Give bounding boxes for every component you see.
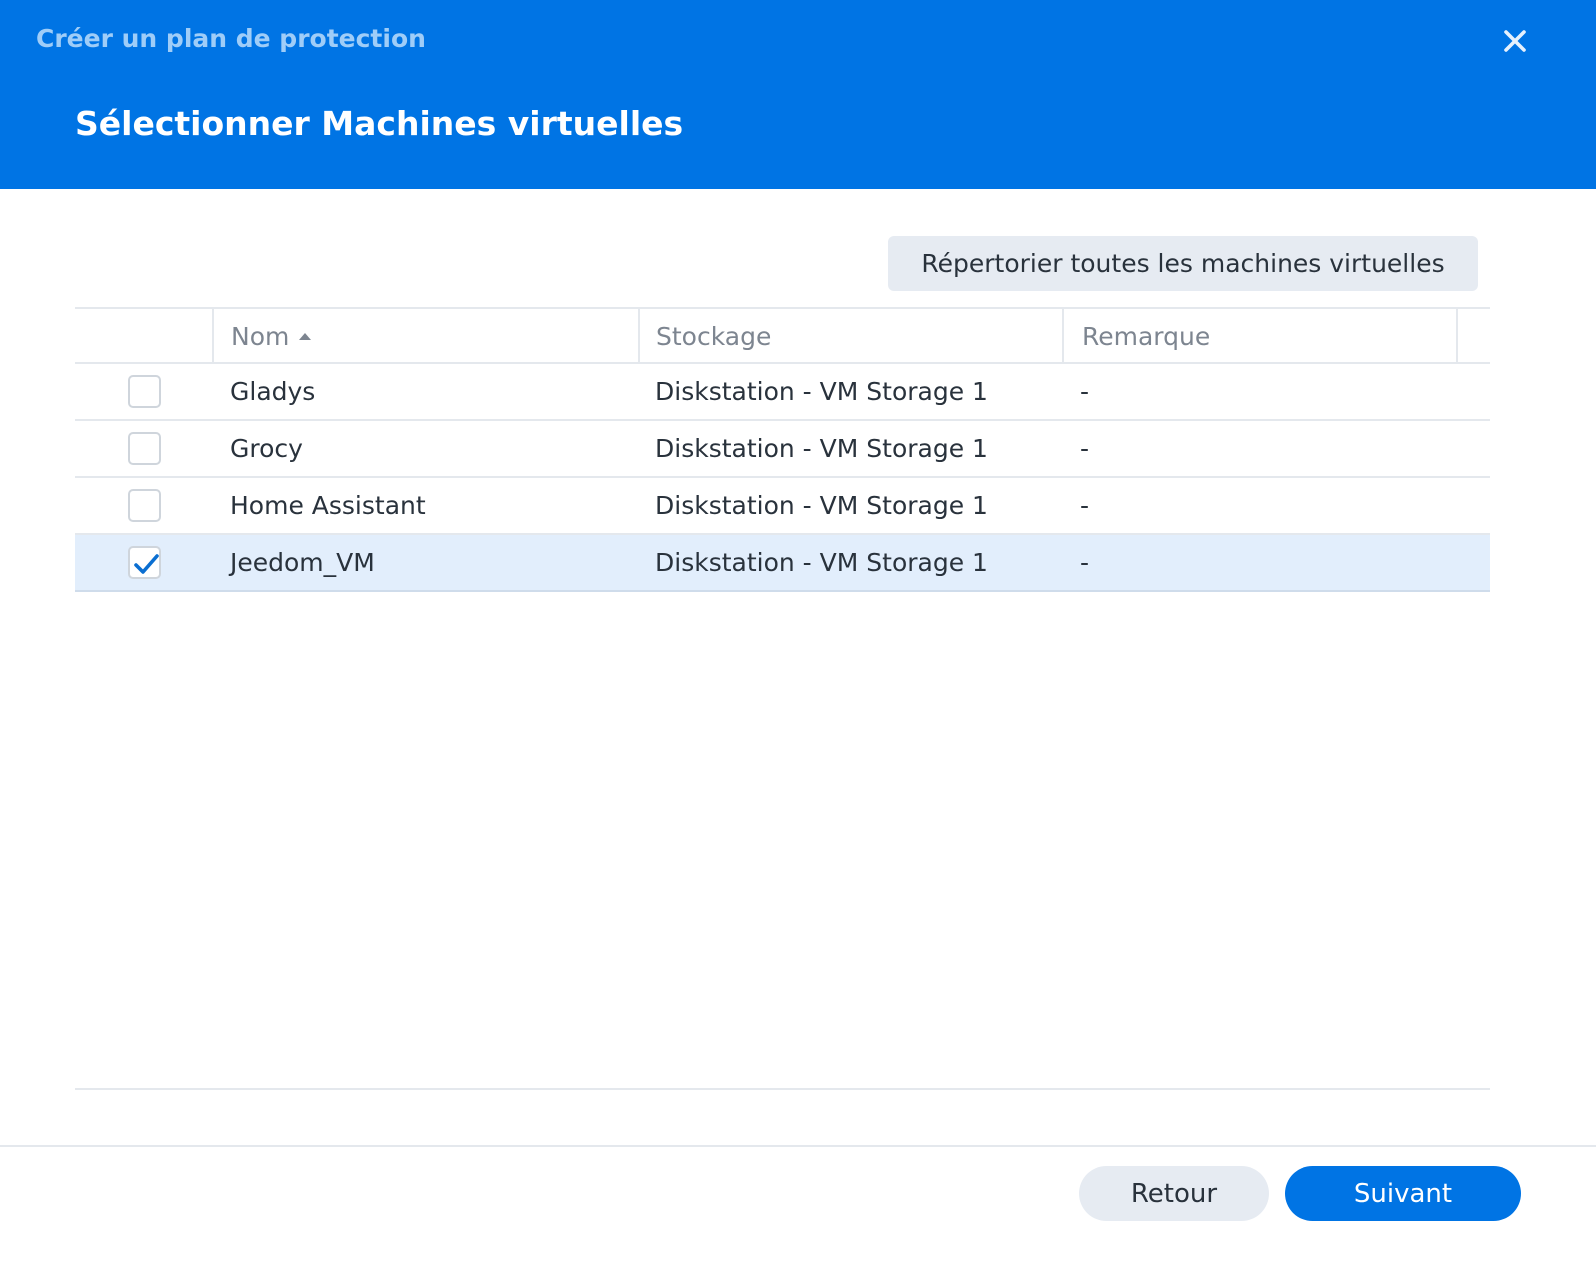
row-checkbox[interactable] <box>128 375 161 408</box>
table-row[interactable]: Jeedom_VM Diskstation - VM Storage 1 - <box>75 535 1490 592</box>
cell-remark: - <box>1080 548 1090 577</box>
back-button[interactable]: Retour <box>1079 1166 1269 1221</box>
cell-storage: Diskstation - VM Storage 1 <box>655 377 988 406</box>
grid-header: Nom Stockage Remarque <box>75 307 1490 364</box>
cell-name: Home Assistant <box>230 491 426 520</box>
column-separator[interactable] <box>638 309 640 364</box>
grid-body: Gladys Diskstation - VM Storage 1 - Groc… <box>75 364 1490 592</box>
cell-name: Gladys <box>230 377 316 406</box>
sort-ascending-icon <box>299 332 312 340</box>
window-title: Créer un plan de protection <box>36 24 426 53</box>
row-checkbox[interactable] <box>128 432 161 465</box>
next-button[interactable]: Suivant <box>1285 1166 1521 1221</box>
cell-name: Grocy <box>230 434 303 463</box>
vm-grid: Nom Stockage Remarque Gladys Diskstation… <box>75 307 1490 592</box>
cell-storage: Diskstation - VM Storage 1 <box>655 434 988 463</box>
cell-storage: Diskstation - VM Storage 1 <box>655 548 988 577</box>
step-title: Sélectionner Machines virtuelles <box>75 104 684 143</box>
dialog-header: Créer un plan de protection Sélectionner… <box>0 0 1596 189</box>
table-row[interactable]: Gladys Diskstation - VM Storage 1 - <box>75 364 1490 421</box>
cell-remark: - <box>1080 377 1090 406</box>
cell-storage: Diskstation - VM Storage 1 <box>655 491 988 520</box>
cell-remark: - <box>1080 434 1090 463</box>
list-all-vms-button[interactable]: Répertorier toutes les machines virtuell… <box>888 236 1478 291</box>
create-protection-plan-dialog: Créer un plan de protection Sélectionner… <box>0 0 1596 1262</box>
table-row[interactable]: Grocy Diskstation - VM Storage 1 - <box>75 421 1490 478</box>
close-button[interactable] <box>1498 24 1532 58</box>
column-header-name[interactable]: Nom <box>231 309 312 364</box>
column-header-name-label: Nom <box>231 322 290 351</box>
row-checkbox[interactable] <box>128 489 161 522</box>
footer-divider <box>0 1145 1596 1147</box>
column-separator[interactable] <box>212 309 214 364</box>
row-checkbox[interactable] <box>128 546 161 579</box>
checkmark-icon <box>134 554 159 574</box>
column-header-remark[interactable]: Remarque <box>1082 309 1210 364</box>
close-icon <box>1504 30 1526 52</box>
grid-bottom-divider <box>75 1088 1490 1090</box>
column-header-storage[interactable]: Stockage <box>656 309 771 364</box>
column-separator[interactable] <box>1062 309 1064 364</box>
table-row[interactable]: Home Assistant Diskstation - VM Storage … <box>75 478 1490 535</box>
cell-name: Jeedom_VM <box>230 548 375 577</box>
cell-remark: - <box>1080 491 1090 520</box>
column-separator[interactable] <box>1456 309 1458 364</box>
